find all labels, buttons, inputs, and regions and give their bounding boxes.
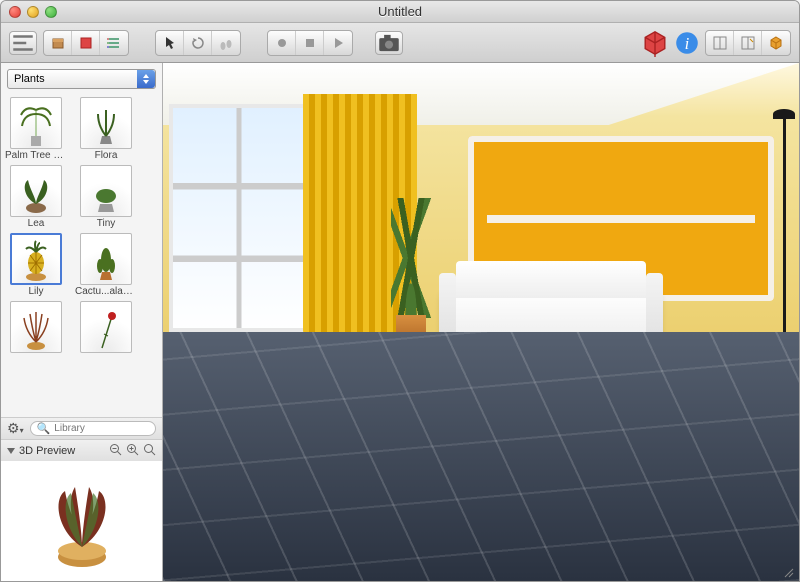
zoom-reset-button[interactable] bbox=[143, 443, 156, 459]
scene-floor-lamp bbox=[783, 115, 786, 353]
zoom-out-button[interactable] bbox=[109, 443, 122, 459]
view-mode-group bbox=[705, 30, 791, 56]
library-view-group bbox=[43, 30, 129, 56]
search-icon: 🔍 bbox=[37, 422, 51, 435]
preview-object bbox=[37, 471, 127, 571]
library-item[interactable]: Lea bbox=[5, 165, 67, 229]
view-2d-button[interactable] bbox=[706, 31, 734, 55]
library-item[interactable] bbox=[75, 301, 137, 354]
minimize-button[interactable] bbox=[27, 6, 39, 18]
scene-plant bbox=[386, 198, 437, 348]
preview-header: 3D Preview bbox=[1, 439, 162, 461]
snapshot-button[interactable] bbox=[375, 31, 403, 55]
library-materials-button[interactable] bbox=[72, 31, 100, 55]
disclosure-triangle-icon[interactable] bbox=[7, 448, 15, 454]
zoom-in-button[interactable] bbox=[126, 443, 139, 459]
library-list-button[interactable] bbox=[100, 31, 128, 55]
library-grid: Palm Tree High Flora Lea Tiny Lily Cactu… bbox=[1, 95, 162, 417]
library-item[interactable]: Tiny bbox=[75, 165, 137, 229]
scene-floor bbox=[163, 332, 799, 581]
edit-mode-group bbox=[155, 30, 241, 56]
search-input[interactable] bbox=[54, 423, 149, 434]
stop-button[interactable] bbox=[296, 31, 324, 55]
window-title: Untitled bbox=[1, 4, 799, 19]
titlebar: Untitled bbox=[1, 1, 799, 23]
viewport-3d[interactable] bbox=[163, 63, 799, 581]
resize-handle-icon[interactable] bbox=[782, 566, 794, 578]
search-field[interactable]: 🔍 bbox=[30, 421, 156, 436]
item-label: Lea bbox=[5, 218, 67, 229]
library-utility-bar: ⚙▾ 🔍 bbox=[1, 417, 162, 439]
dropdown-arrows-icon bbox=[137, 70, 155, 88]
select-tool-button[interactable] bbox=[156, 31, 184, 55]
zoom-button[interactable] bbox=[45, 6, 57, 18]
play-button[interactable] bbox=[324, 31, 352, 55]
toggle-sidebar-button[interactable] bbox=[9, 31, 37, 55]
library-item[interactable]: Lily bbox=[5, 233, 67, 297]
view-split-button[interactable] bbox=[734, 31, 762, 55]
store-button[interactable] bbox=[641, 31, 669, 55]
window-controls bbox=[9, 6, 57, 18]
library-sidebar: Plants Palm Tree High Flora Lea Tiny Lil… bbox=[1, 63, 163, 581]
library-item[interactable]: Palm Tree High bbox=[5, 97, 67, 161]
toolbar: i bbox=[1, 23, 799, 63]
gear-icon[interactable]: ⚙▾ bbox=[7, 420, 24, 437]
info-button[interactable]: i bbox=[675, 31, 699, 55]
item-label: Cactu...alahari bbox=[75, 286, 137, 297]
scene-window bbox=[169, 104, 309, 332]
library-furniture-button[interactable] bbox=[44, 31, 72, 55]
library-item[interactable] bbox=[5, 301, 67, 354]
record-group bbox=[267, 30, 353, 56]
category-select[interactable]: Plants bbox=[7, 69, 156, 89]
view-3d-button[interactable] bbox=[762, 31, 790, 55]
item-label: Lily bbox=[5, 286, 67, 297]
library-item[interactable]: Cactu...alahari bbox=[75, 233, 137, 297]
record-button[interactable] bbox=[268, 31, 296, 55]
item-label: Flora bbox=[75, 150, 137, 161]
app-window: Untitled i bbox=[0, 0, 800, 582]
preview-title: 3D Preview bbox=[19, 445, 105, 457]
preview-3d-pane[interactable] bbox=[1, 461, 162, 581]
svg-text:i: i bbox=[685, 34, 690, 53]
library-item[interactable]: Flora bbox=[75, 97, 137, 161]
item-label: Tiny bbox=[75, 218, 137, 229]
item-label: Palm Tree High bbox=[5, 150, 67, 161]
rotate-tool-button[interactable] bbox=[184, 31, 212, 55]
category-label: Plants bbox=[14, 73, 45, 85]
close-button[interactable] bbox=[9, 6, 21, 18]
walk-tool-button[interactable] bbox=[212, 31, 240, 55]
